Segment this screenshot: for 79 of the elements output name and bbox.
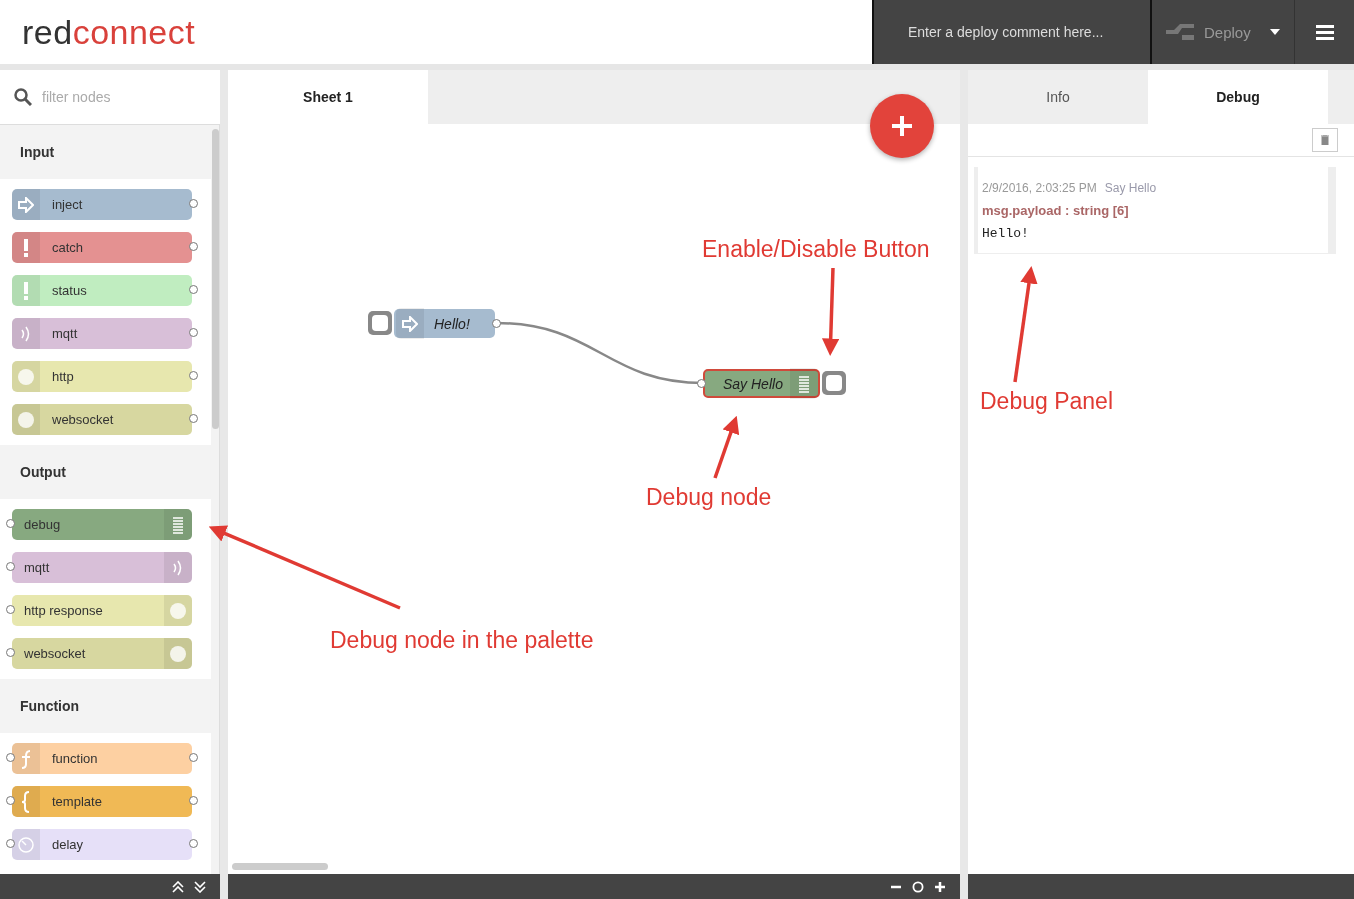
scrollbar-thumb[interactable] — [211, 129, 219, 429]
list-lines-icon — [172, 515, 184, 534]
app-logo: redconnect — [21, 11, 197, 53]
palette-node[interactable]: mqtt — [12, 552, 192, 583]
input-port-icon[interactable] — [6, 605, 15, 614]
menu-icon — [1315, 24, 1334, 40]
annotation-label: Debug node — [646, 484, 772, 511]
arrow-icon — [402, 315, 418, 332]
workspace-tab[interactable]: Sheet 1 — [228, 70, 428, 124]
flow-node[interactable]: Hello! — [394, 309, 495, 338]
palette-category-header[interactable]: Input — [0, 125, 211, 179]
globe-icon — [169, 644, 187, 663]
input-port-icon[interactable] — [6, 562, 15, 571]
expand-all-icon[interactable] — [194, 880, 206, 893]
input-port-icon[interactable] — [6, 753, 15, 762]
debug-toggle-button[interactable] — [822, 371, 846, 395]
caret-icon — [1270, 29, 1280, 35]
output-port-icon[interactable] — [189, 753, 198, 762]
trash-icon — [1321, 135, 1329, 145]
inject-trigger-button[interactable] — [368, 311, 392, 335]
palette-category-header[interactable]: Function — [0, 679, 211, 733]
output-port-icon[interactable] — [189, 242, 198, 251]
sidebar-tab[interactable]: Debug — [1148, 70, 1328, 124]
output-port-icon[interactable] — [189, 371, 198, 380]
output-port-icon[interactable] — [189, 414, 198, 423]
palette-node[interactable]: websocket — [12, 404, 192, 435]
deploy-comment-field[interactable]: Enter a deploy comment here... — [908, 24, 1144, 40]
exclamation-icon — [23, 281, 29, 300]
globe-icon — [17, 410, 35, 429]
palette-node[interactable]: http — [12, 361, 192, 392]
message-topic: msg.payload : string [6] — [982, 203, 1130, 218]
input-port-icon[interactable] — [697, 379, 706, 388]
list-lines-icon — [798, 374, 810, 393]
output-port-icon[interactable] — [189, 839, 198, 848]
message-value: Hello! — [982, 226, 1030, 241]
function-f-icon — [20, 748, 32, 769]
signal-wave-icon — [20, 324, 32, 343]
arrow-icon — [18, 196, 34, 213]
output-port-icon[interactable] — [189, 796, 198, 805]
palette-node[interactable]: http response — [12, 595, 192, 626]
palette-category-header[interactable]: Output — [0, 445, 211, 499]
input-port-icon[interactable] — [6, 839, 15, 848]
annotation-label: Debug Panel — [980, 388, 1113, 415]
palette-node[interactable]: inject — [12, 189, 192, 220]
timer-icon — [17, 835, 35, 854]
output-port-icon[interactable] — [189, 199, 198, 208]
message-timestamp: 2/9/2016, 2:03:25 PM — [982, 181, 1097, 195]
clear-button[interactable] — [1312, 128, 1338, 152]
annotation-label: Enable/Disable Button — [702, 236, 930, 263]
palette-node[interactable]: mqtt — [12, 318, 192, 349]
palette-node[interactable]: function — [12, 743, 192, 774]
globe-icon — [169, 601, 187, 620]
zoom-reset-icon[interactable] — [912, 880, 924, 893]
horizontal-scrollbar[interactable] — [232, 863, 328, 870]
signal-wave-icon — [172, 558, 184, 577]
globe-icon — [17, 367, 35, 386]
exclamation-icon — [23, 238, 29, 257]
deploy-icon — [1166, 24, 1194, 40]
flow-node[interactable]: Say Hello — [703, 369, 820, 398]
output-port-icon[interactable] — [189, 328, 198, 337]
palette-node[interactable]: template — [12, 786, 192, 817]
output-port-icon[interactable] — [492, 319, 501, 328]
annotation-arrow — [713, 415, 740, 479]
annotation-label: Debug node in the palette — [330, 627, 594, 654]
input-port-icon[interactable] — [6, 796, 15, 805]
palette-node[interactable]: websocket — [12, 638, 192, 669]
curly-brace-icon — [21, 790, 31, 813]
plus-icon — [891, 115, 913, 137]
palette-node[interactable]: delay — [12, 829, 192, 860]
search-icon — [14, 88, 32, 106]
input-port-icon[interactable] — [6, 648, 15, 657]
palette-node[interactable]: status — [12, 275, 192, 306]
palette-node[interactable]: debug — [12, 509, 192, 540]
add-button[interactable] — [870, 94, 934, 158]
input-port-icon[interactable] — [6, 519, 15, 528]
collapse-all-icon[interactable] — [172, 880, 184, 893]
palette-node[interactable]: catch — [12, 232, 192, 263]
output-port-icon[interactable] — [189, 285, 198, 294]
zoom-in-icon[interactable] — [934, 880, 946, 893]
